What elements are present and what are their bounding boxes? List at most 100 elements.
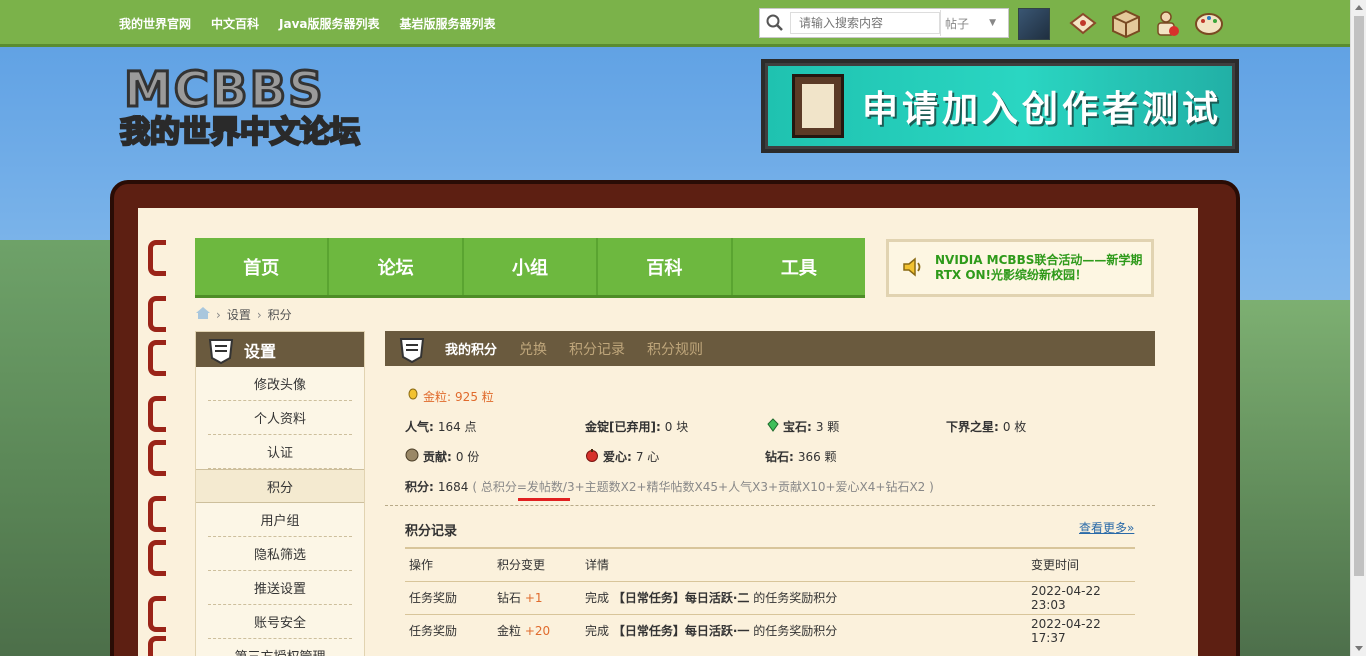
row-operation: 任务奖励 <box>405 580 493 614</box>
total-points: 积分: 1684 ( 总积分=发帖数/3+主题数X2+精华帖数X45+人气X3+… <box>405 478 934 495</box>
table-row: 任务奖励 钻石 +1 完成 【日常任务】每日活跃·二 的任务奖励积分 2022-… <box>405 580 1135 614</box>
divider <box>385 505 1155 506</box>
ingot-label: 金锭[已弃用]: <box>585 420 661 434</box>
apple-icon <box>585 448 599 465</box>
love-label: 爱心: <box>603 450 632 464</box>
total-value: 1684 <box>437 479 469 494</box>
view-more-link[interactable]: 查看更多» <box>1079 519 1134 536</box>
points-formula: ( 总积分=发帖数/3+主题数X2+精华帖数X45+人气X3+贡献X10+爱心X… <box>472 480 934 494</box>
diamond-value: 366 颗 <box>797 450 837 464</box>
announcement[interactable]: NVIDIA MCBBS联合活动——新学期RTX ON!光影缤纷新校园！ <box>886 239 1154 297</box>
nav-tools[interactable]: 工具 <box>733 238 865 295</box>
top-bar: 我的世界官网 中文百科 Java版服务器列表 基岩版服务器列表 帖子 ▼ <box>0 0 1350 47</box>
background-foliage-right <box>1240 300 1350 656</box>
sidebar-item-verification[interactable]: 认证 <box>208 435 352 469</box>
sidebar-item-usergroup[interactable]: 用户组 <box>208 503 352 537</box>
sidebar-title: 设置 <box>244 341 277 361</box>
nether-star-stat: 下界之星: 0 枚 <box>946 418 1026 435</box>
nav-forum[interactable]: 论坛 <box>329 238 464 295</box>
search-type-select[interactable]: 帖子 ▼ <box>940 10 1000 36</box>
breadcrumb: › 设置 › 积分 <box>196 306 292 323</box>
col-time: 变更时间 <box>1027 547 1135 581</box>
tab-my-points[interactable]: 我的积分 <box>445 339 497 358</box>
breadcrumb-settings[interactable]: 设置 <box>227 306 251 323</box>
row-detail: 完成 【日常任务】每日活跃·一 的任务奖励积分 <box>581 613 1027 647</box>
emerald-icon <box>767 418 779 435</box>
points-tabs: 我的积分 兑换 积分记录 积分规则 <box>385 331 1155 366</box>
ingot-stat: 金锭[已弃用]: 0 块 <box>585 418 688 435</box>
sidebar-item-points[interactable]: 积分 <box>196 469 364 503</box>
row-time: 2022-04-22 17:37 <box>1027 613 1135 647</box>
search-input[interactable] <box>790 12 940 34</box>
contribution-label: 贡献: <box>423 450 452 464</box>
settings-sidebar: 设置 修改头像 个人资料 认证 积分 用户组 隐私筛选 推送设置 账号安全 第三… <box>195 331 365 656</box>
nether-star-label: 下界之星: <box>946 420 999 434</box>
gem-value: 3 颗 <box>815 420 840 434</box>
svg-text:我的世界中文论坛: 我的世界中文论坛 <box>120 115 360 150</box>
col-detail: 详情 <box>581 547 1027 581</box>
tab-points-log[interactable]: 积分记录 <box>569 339 625 359</box>
sidebar-item-privacy[interactable]: 隐私筛选 <box>208 537 352 571</box>
banner-text: 申请加入创作者测试 <box>862 89 1223 130</box>
sidebar-item-push[interactable]: 推送设置 <box>208 571 352 605</box>
palette-icon[interactable] <box>1194 9 1224 39</box>
contribution-value: 0 份 <box>455 450 480 464</box>
announcement-text[interactable]: NVIDIA MCBBS联合活动——新学期RTX ON!光影缤纷新校园！ <box>935 253 1151 283</box>
creator-test-banner[interactable]: 申请加入创作者测试 <box>761 59 1239 153</box>
link-wiki[interactable]: 中文百科 <box>211 15 259 32</box>
scroll-thumb[interactable] <box>1354 16 1364 576</box>
avatar[interactable] <box>1018 8 1050 40</box>
sidebar-header: 设置 <box>196 332 364 367</box>
row-time: 2022-04-22 23:03 <box>1027 580 1135 614</box>
table-header-row: 操作 积分变更 详情 变更时间 <box>405 547 1135 581</box>
points-records-table: 操作 积分变更 详情 变更时间 任务奖励 钻石 +1 完成 【日常任务】每日活跃… <box>405 547 1135 647</box>
col-operation: 操作 <box>405 547 493 581</box>
link-official-site[interactable]: 我的世界官网 <box>119 15 191 32</box>
nav-home[interactable]: 首页 <box>195 238 330 295</box>
link-java-servers[interactable]: Java版服务器列表 <box>279 15 379 32</box>
page-scrollbar[interactable] <box>1350 0 1366 656</box>
nav-groups[interactable]: 小组 <box>464 238 599 295</box>
sidebar-item-security[interactable]: 账号安全 <box>208 605 352 639</box>
contribution-icon <box>405 448 419 465</box>
speaker-icon <box>901 255 925 282</box>
points-panel: 我的积分 兑换 积分记录 积分规则 金粒: 925 粒 人气: 164 点 金锭… <box>385 331 1155 656</box>
home-icon[interactable] <box>196 307 210 322</box>
task-link[interactable]: 【日常任务】每日活跃·一 <box>613 624 750 638</box>
total-label: 积分: <box>405 480 434 494</box>
love-stat: 爱心: 7 心 <box>585 448 659 465</box>
crate-icon[interactable] <box>1111 9 1141 39</box>
svg-text:MCBBS: MCBBS <box>124 62 325 118</box>
gold-value: 925 粒 <box>455 390 494 404</box>
tab-points-rules[interactable]: 积分规则 <box>647 339 703 359</box>
row-change: 钻石 +1 <box>493 580 581 614</box>
sidebar-item-avatar[interactable]: 修改头像 <box>208 367 352 401</box>
gem-label: 宝石: <box>783 420 812 434</box>
ingot-value: 0 块 <box>664 420 689 434</box>
diamond-stat: 钻石: 366 颗 <box>765 448 837 465</box>
message-icon[interactable] <box>1068 9 1098 39</box>
book-rings <box>148 240 168 656</box>
task-link[interactable]: 【日常任务】每日活跃·二 <box>613 591 750 605</box>
contribution-stat: 贡献: 0 份 <box>405 448 479 465</box>
link-bedrock-servers[interactable]: 基岩版服务器列表 <box>400 15 496 32</box>
main-nav: 首页 论坛 小组 百科 工具 <box>195 238 865 298</box>
sidebar-menu: 修改头像 个人资料 认证 积分 用户组 隐私筛选 推送设置 账号安全 第三方授权… <box>196 367 364 656</box>
sidebar-item-profile[interactable]: 个人资料 <box>208 401 352 435</box>
gold-nugget-icon <box>407 388 419 405</box>
tab-exchange[interactable]: 兑换 <box>519 339 547 359</box>
gem-stat: 宝石: 3 颗 <box>767 418 839 435</box>
sidebar-item-third-party[interactable]: 第三方授权管理 <box>208 639 352 656</box>
popularity-value: 164 点 <box>437 420 477 434</box>
search-icon[interactable] <box>760 9 790 37</box>
scroll-down-icon[interactable] <box>1355 646 1363 651</box>
site-logo[interactable]: MCBBS 我的世界中文论坛 <box>116 61 380 152</box>
breadcrumb-points[interactable]: 积分 <box>268 306 292 323</box>
scroll-up-icon[interactable] <box>1355 5 1363 10</box>
chevron-down-icon: ▼ <box>989 18 996 28</box>
row-operation: 任务奖励 <box>405 613 493 647</box>
row-detail: 完成 【日常任务】每日活跃·二 的任务奖励积分 <box>581 580 1027 614</box>
gold-label: 金粒: <box>423 390 452 404</box>
user-heart-icon[interactable] <box>1152 9 1182 39</box>
nav-wiki[interactable]: 百科 <box>598 238 733 295</box>
